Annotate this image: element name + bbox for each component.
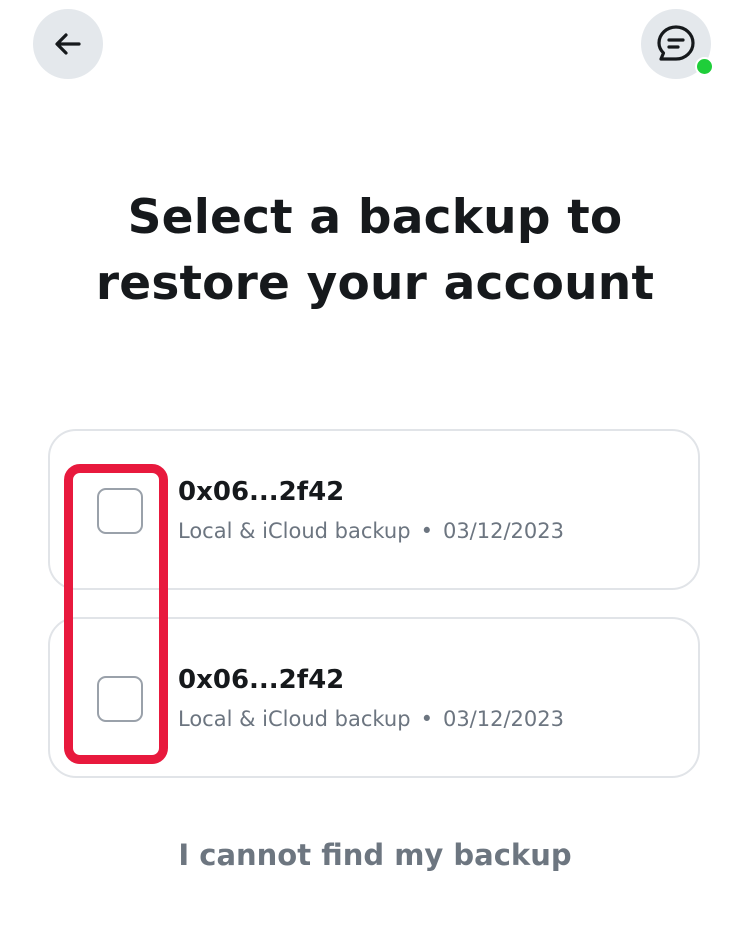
page-title: Select a backup to restore your account <box>0 185 750 317</box>
backup-date: 03/12/2023 <box>442 519 564 543</box>
backup-type: Local & iCloud backup <box>178 519 411 543</box>
title-line-1: Select a backup to <box>127 190 623 245</box>
backup-meta: Local & iCloud backup • 03/12/2023 <box>178 519 564 543</box>
backup-checkbox[interactable] <box>97 488 143 534</box>
online-status-dot <box>695 57 714 76</box>
chat-bubble-icon <box>657 25 695 61</box>
backup-checkbox[interactable] <box>97 676 143 722</box>
backup-card[interactable]: 0x06...2f42 Local & iCloud backup • 03/12/… <box>48 617 700 778</box>
title-line-2: restore your account <box>95 256 655 311</box>
back-button[interactable] <box>33 9 103 79</box>
meta-separator: • <box>420 707 433 731</box>
backup-address: 0x06...2f42 <box>178 665 345 695</box>
backup-meta: Local & iCloud backup • 03/12/2023 <box>178 707 564 731</box>
backup-address: 0x06...2f42 <box>178 477 345 507</box>
backup-type: Local & iCloud backup <box>178 707 411 731</box>
backup-card[interactable]: 0x06...2f42 Local & iCloud backup • 03/12/… <box>48 429 700 590</box>
cannot-find-backup-link[interactable]: I cannot find my backup <box>0 838 750 872</box>
meta-separator: • <box>420 519 433 543</box>
arrow-left-icon <box>55 33 81 55</box>
backup-date: 03/12/2023 <box>442 707 564 731</box>
